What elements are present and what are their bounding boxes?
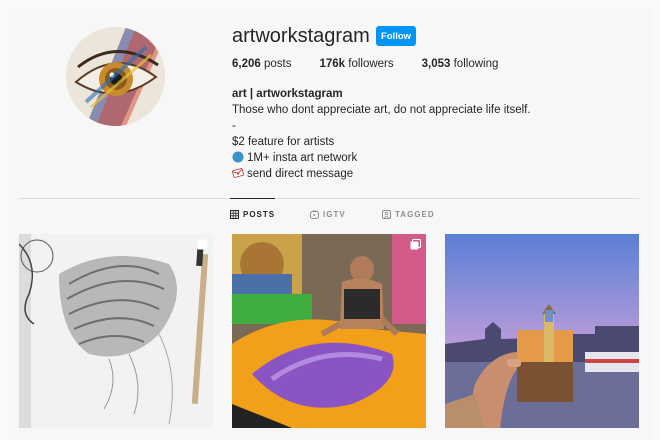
envelope-icon	[232, 168, 244, 178]
eye-artwork-image	[66, 27, 165, 126]
braided-hair-drawing-image	[19, 234, 213, 428]
bio-dm-text: send direct message	[247, 168, 354, 180]
tab-posts-label: POSTS	[243, 210, 276, 219]
posts-stat: 6,206 posts	[232, 58, 291, 70]
following-label: following	[450, 58, 499, 70]
carousel-icon	[410, 239, 421, 250]
profile-stats: 6,206 posts 176k followers 3,053 followi…	[232, 58, 526, 70]
following-count: 3,053	[421, 58, 451, 70]
post-thumbnail[interactable]	[19, 234, 213, 428]
following-stat[interactable]: 3,053 following	[422, 58, 499, 70]
man-painting-image	[232, 234, 426, 428]
tab-tagged-label: TAGGED	[395, 210, 435, 219]
tab-posts[interactable]: POSTS	[230, 198, 276, 219]
london-photo-image	[445, 234, 639, 428]
profile-avatar[interactable]	[66, 27, 165, 126]
followers-stat[interactable]: 176k followers	[319, 58, 393, 70]
post-thumbnail[interactable]	[445, 234, 639, 428]
bio-line: -	[232, 120, 236, 132]
tab-igtv[interactable]: IGTV	[310, 210, 346, 219]
tab-tagged[interactable]: TAGGED	[382, 210, 435, 219]
tab-igtv-label: IGTV	[323, 210, 346, 219]
bio-name: art | artworkstagram	[232, 88, 343, 100]
profile-bio: art | artworkstagram Those who dont appr…	[232, 86, 531, 182]
carousel-icon	[197, 239, 208, 250]
followers-count: 176k	[319, 58, 346, 70]
posts-count: 6,206	[232, 58, 261, 70]
globe-icon	[232, 151, 244, 163]
bio-line: Those who dont appreciate art, do not ap…	[232, 104, 531, 116]
bio-line: send direct message	[232, 166, 531, 182]
profile-tabs: POSTS IGTV TAGGED	[0, 198, 660, 224]
bio-line: 1M+ insta art network	[232, 150, 531, 166]
follow-button[interactable]: Follow	[376, 26, 416, 46]
posts-label: posts	[260, 58, 292, 70]
profile-username: artworkstagram	[232, 25, 370, 47]
followers-label: followers	[345, 58, 394, 70]
grid-icon	[230, 210, 239, 219]
tabs-divider	[19, 198, 639, 199]
bio-network-text: 1M+ insta art network	[247, 152, 358, 164]
bio-line: $2 feature for artists	[232, 136, 335, 148]
igtv-icon	[310, 210, 319, 219]
post-thumbnail[interactable]	[232, 234, 426, 428]
tagged-icon	[382, 210, 391, 219]
